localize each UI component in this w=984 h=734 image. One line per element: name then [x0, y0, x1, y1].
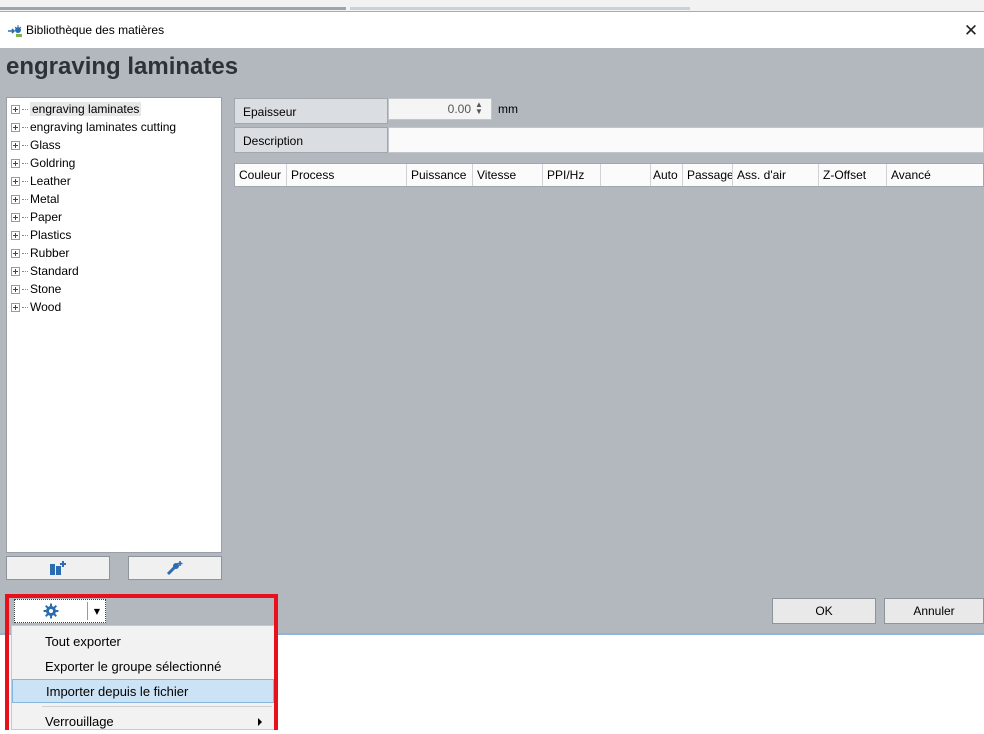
tree-item-label: Wood — [30, 300, 62, 314]
tree-item-label: Paper — [30, 210, 63, 224]
ok-button-label: OK — [815, 604, 833, 618]
title-bar: Bibliothèque des matières ✕ — [0, 12, 984, 48]
tree-item-label: Standard — [30, 264, 79, 278]
expand-icon[interactable] — [11, 104, 20, 114]
expand-icon[interactable] — [11, 176, 20, 186]
tree-item-engraving-laminates[interactable]: engraving laminates — [11, 100, 142, 118]
tree-item-label: Glass — [30, 138, 61, 152]
thickness-field: 0.00 ▲ ▼ mm — [388, 98, 984, 124]
tree-item-label: Plastics — [30, 228, 72, 242]
add-process-button[interactable] — [128, 556, 222, 580]
thickness-label: Epaisseur — [234, 98, 388, 124]
description-label: Description — [234, 127, 388, 153]
tree-item-plastics[interactable]: Plastics — [11, 226, 71, 244]
tree-item-label: Rubber — [30, 246, 70, 260]
expand-icon[interactable] — [11, 194, 20, 204]
column-header-z-offset[interactable]: Z-Offset — [819, 164, 887, 186]
expand-icon[interactable] — [11, 302, 20, 312]
description-input[interactable] — [388, 127, 984, 153]
expand-icon[interactable] — [11, 248, 20, 258]
expand-icon[interactable] — [11, 266, 20, 276]
background-window-strip — [0, 0, 984, 12]
tree-item-leather[interactable]: Leather — [11, 172, 71, 190]
tree-item-engraving-laminates-cutting[interactable]: engraving laminates cutting — [11, 118, 176, 136]
add-material-icon — [50, 561, 66, 575]
column-header-air-assist[interactable]: Ass. d'air — [733, 164, 819, 186]
tree-item-label: engraving laminates cutting — [30, 120, 177, 134]
ok-button[interactable]: OK — [772, 598, 876, 624]
column-header-ppi[interactable]: PPI/Hz — [543, 164, 601, 186]
add-material-button[interactable] — [6, 556, 110, 580]
close-icon: ✕ — [963, 21, 979, 41]
page-title: engraving laminates — [6, 53, 239, 80]
column-header-blank[interactable] — [601, 164, 651, 186]
grid-header: Couleur Process Puissance Vitesse PPI/Hz… — [234, 163, 984, 187]
expand-icon[interactable] — [11, 140, 20, 150]
column-header-process[interactable]: Process — [287, 164, 407, 186]
tree-item-label: Goldring — [30, 156, 76, 170]
process-grid[interactable]: Couleur Process Puissance Vitesse PPI/Hz… — [234, 163, 984, 585]
column-header-puissance[interactable]: Puissance — [407, 164, 473, 186]
tree-item-label: Stone — [30, 282, 62, 296]
thickness-value: 0.00 — [447, 102, 471, 116]
tree-item-label: engraving laminates — [30, 102, 142, 116]
tree-item-wood[interactable]: Wood — [11, 298, 61, 316]
tree-item-label: Leather — [30, 174, 71, 188]
tree-item-label: Metal — [30, 192, 60, 206]
material-header: engraving laminates — [0, 48, 984, 93]
column-header-auto[interactable]: Auto — [651, 164, 683, 186]
expand-icon[interactable] — [11, 158, 20, 168]
thickness-unit: mm — [498, 102, 518, 116]
tree-item-stone[interactable]: Stone — [11, 280, 61, 298]
highlight-frame — [5, 594, 278, 730]
column-header-passage[interactable]: Passage — [683, 164, 733, 186]
close-button[interactable]: ✕ — [958, 20, 984, 42]
expand-icon[interactable] — [11, 230, 20, 240]
column-header-vitesse[interactable]: Vitesse — [473, 164, 543, 186]
window-title: Bibliothèque des matières — [26, 23, 165, 37]
material-library-icon — [8, 25, 22, 37]
tree-item-standard[interactable]: Standard — [11, 262, 79, 280]
material-tree[interactable]: engraving laminates engraving laminates … — [6, 97, 222, 553]
expand-icon[interactable] — [11, 284, 20, 294]
tree-item-metal[interactable]: Metal — [11, 190, 59, 208]
cancel-button[interactable]: Annuler — [884, 598, 984, 624]
expand-icon[interactable] — [11, 212, 20, 222]
tree-item-glass[interactable]: Glass — [11, 136, 61, 154]
tree-item-rubber[interactable]: Rubber — [11, 244, 69, 262]
expand-icon[interactable] — [11, 122, 20, 132]
column-header-avance[interactable]: Avancé — [887, 164, 983, 186]
cancel-button-label: Annuler — [913, 604, 955, 618]
column-header-couleur[interactable]: Couleur — [235, 164, 287, 186]
tree-item-paper[interactable]: Paper — [11, 208, 62, 226]
add-process-icon — [166, 561, 183, 576]
thickness-spinner[interactable]: ▲ ▼ — [472, 101, 486, 117]
tree-item-goldring[interactable]: Goldring — [11, 154, 75, 172]
